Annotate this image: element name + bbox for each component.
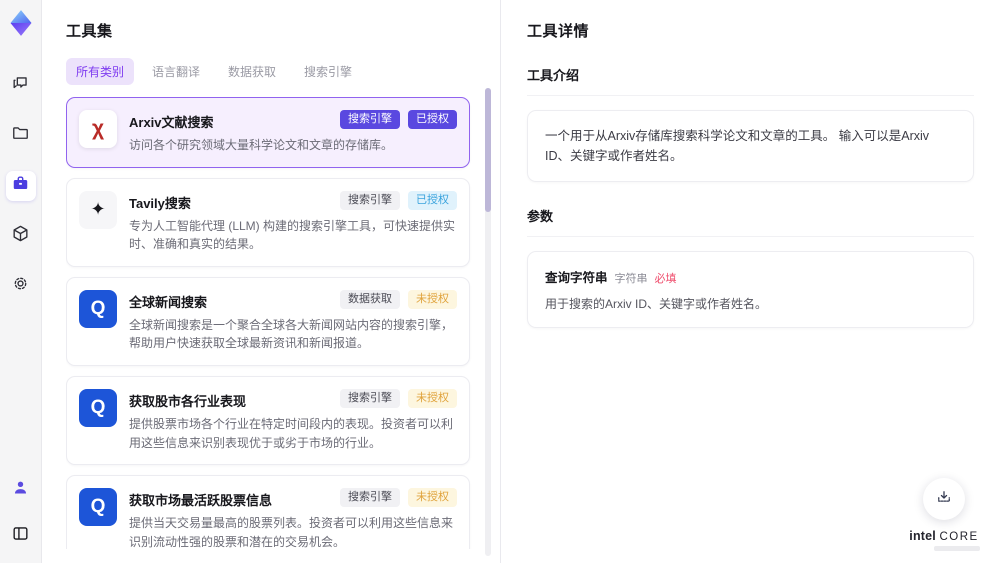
auth-status-badge: 已授权 [408, 110, 457, 129]
sidebar-item-tools[interactable] [5, 171, 36, 201]
sidebar-item-account[interactable] [6, 475, 36, 505]
category-badge: 搜索引擎 [340, 110, 400, 129]
app-logo-icon [7, 9, 35, 37]
download-button[interactable] [923, 478, 965, 520]
tool-description: 全球新闻搜索是一个聚合全球各大新闻网站内容的搜索引擎，帮助用户快速获取全球最新资… [129, 317, 454, 351]
category-tab[interactable]: 所有类别 [66, 58, 135, 85]
sidebar-item-models[interactable] [6, 221, 36, 251]
tool-list: χ Arxiv文献搜索 访问各个研究领域大量科学论文和文章的存储库。 搜索引擎 … [66, 97, 500, 549]
category-tab[interactable]: 搜索引擎 [294, 58, 362, 85]
sidebar-bottom [6, 475, 36, 551]
tool-description: 访问各个研究领域大量科学论文和文章的存储库。 [129, 138, 394, 152]
gear-icon [11, 274, 30, 298]
intro-heading: 工具介绍 [527, 65, 974, 96]
auth-status-badge: 未授权 [408, 388, 457, 408]
page-title: 工具集 [66, 23, 113, 40]
tool-badges: 搜索引擎 已授权 [340, 190, 457, 210]
app-window: 工具集 所有类别 语言翻译 数据获取 搜索引擎 χ Arxiv文献搜索 访问各个… [0, 0, 1000, 563]
category-badge: 搜索引擎 [340, 388, 400, 408]
tool-list-item[interactable]: Q 获取市场最活跃股票信息 提供当天交易量最高的股票列表。投资者可以利用这些信息… [66, 475, 470, 549]
folder-icon [11, 124, 30, 148]
param-type: 字符串 [614, 273, 648, 285]
auth-status-badge: 未授权 [408, 488, 457, 508]
tool-list-item[interactable]: Q 获取股市各行业表现 提供股票市场各个行业在特定时间段内的表现。投资者可以利用… [66, 375, 470, 466]
tool-icon: ✦ [79, 190, 117, 229]
user-icon [11, 478, 30, 502]
tool-icon: Q [79, 488, 117, 527]
tool-list-item[interactable]: χ Arxiv文献搜索 访问各个研究领域大量科学论文和文章的存储库。 搜索引擎 … [66, 97, 470, 168]
params-heading: 参数 [527, 206, 974, 237]
tool-name: 全球新闻搜索 [129, 294, 208, 310]
tool-badges: 数据获取 未授权 [340, 289, 457, 309]
category-badge: 搜索引擎 [340, 488, 400, 508]
param-card: 查询字符串 字符串 必填 用于搜索的Arxiv ID、关键字或作者姓名。 [527, 251, 974, 328]
tool-description: 提供当天交易量最高的股票列表。投资者可以利用这些信息来识别流动性强的股票和潜在的… [129, 516, 454, 549]
tool-name: 获取市场最活跃股票信息 [129, 493, 273, 509]
sidebar-item-chat[interactable] [6, 71, 36, 101]
param-name: 查询字符串 [545, 271, 608, 285]
category-badge: 数据获取 [340, 289, 400, 309]
detail-title: 工具详情 [527, 23, 590, 40]
intel-core-logo: intel CORE [909, 529, 978, 543]
toolbox-icon [11, 174, 30, 198]
category-tabs: 所有类别 语言翻译 数据获取 搜索引擎 [66, 58, 500, 85]
auth-status-badge: 未授权 [408, 289, 457, 309]
tool-icon: Q [79, 388, 117, 427]
param-required-badge: 必填 [654, 273, 677, 285]
core-wordmark: CORE [939, 531, 979, 543]
sidebar-item-files[interactable] [6, 121, 36, 151]
tool-name: Tavily搜索 [129, 195, 191, 211]
tool-icon: Q [79, 289, 117, 328]
tool-name: 获取股市各行业表现 [129, 393, 247, 409]
intel-sub-mark [934, 546, 980, 551]
tool-name: Arxiv文献搜索 [129, 115, 214, 130]
cube-icon [11, 224, 30, 248]
chat-icon [11, 74, 30, 98]
tool-detail-panel: 工具详情 工具介绍 一个用于从Arxiv存储库搜索科学论文和文章的工具。 输入可… [500, 0, 1000, 563]
tool-description: 提供股票市场各个行业在特定时间段内的表现。投资者可以利用这些信息来识别表现优于或… [129, 416, 454, 450]
tool-intro-text: 一个用于从Arxiv存储库搜索科学论文和文章的工具。 输入可以是Arxiv ID… [527, 110, 974, 182]
tool-badges: 搜索引擎 已授权 [340, 110, 457, 129]
auth-status-badge: 已授权 [408, 190, 457, 210]
sidebar-item-collapse[interactable] [6, 521, 36, 551]
tool-badges: 搜索引擎 未授权 [340, 488, 457, 508]
corner-widgets: intel CORE [908, 478, 980, 551]
sidebar-item-settings[interactable] [6, 271, 36, 301]
list-scrollbar[interactable] [485, 88, 491, 556]
tool-icon: χ [79, 110, 117, 148]
scrollbar-thumb[interactable] [485, 88, 491, 212]
param-header: 查询字符串 字符串 必填 [545, 267, 956, 286]
tool-list-item[interactable]: ✦ Tavily搜索 专为人工智能代理 (LLM) 构建的搜索引擎工具，可快速提… [66, 177, 470, 267]
category-badge: 搜索引擎 [340, 190, 400, 210]
param-description: 用于搜索的Arxiv ID、关键字或作者姓名。 [545, 297, 768, 311]
sidebar-nav [5, 71, 36, 301]
intel-wordmark: intel [909, 529, 936, 543]
tool-description: 专为人工智能代理 (LLM) 构建的搜索引擎工具，可快速提供实时、准确和真实的结… [129, 218, 456, 252]
category-tab[interactable]: 数据获取 [218, 58, 286, 85]
tool-list-item[interactable]: Q 全球新闻搜索 全球新闻搜索是一个聚合全球各大新闻网站内容的搜索引擎，帮助用户… [66, 276, 470, 366]
tool-list-panel: 工具集 所有类别 语言翻译 数据获取 搜索引擎 χ Arxiv文献搜索 访问各个… [42, 0, 500, 563]
sidebar [0, 0, 42, 563]
tool-badges: 搜索引擎 未授权 [340, 388, 457, 408]
category-tab[interactable]: 语言翻译 [142, 58, 210, 85]
download-icon [935, 488, 953, 511]
collapse-panel-icon [11, 524, 30, 548]
